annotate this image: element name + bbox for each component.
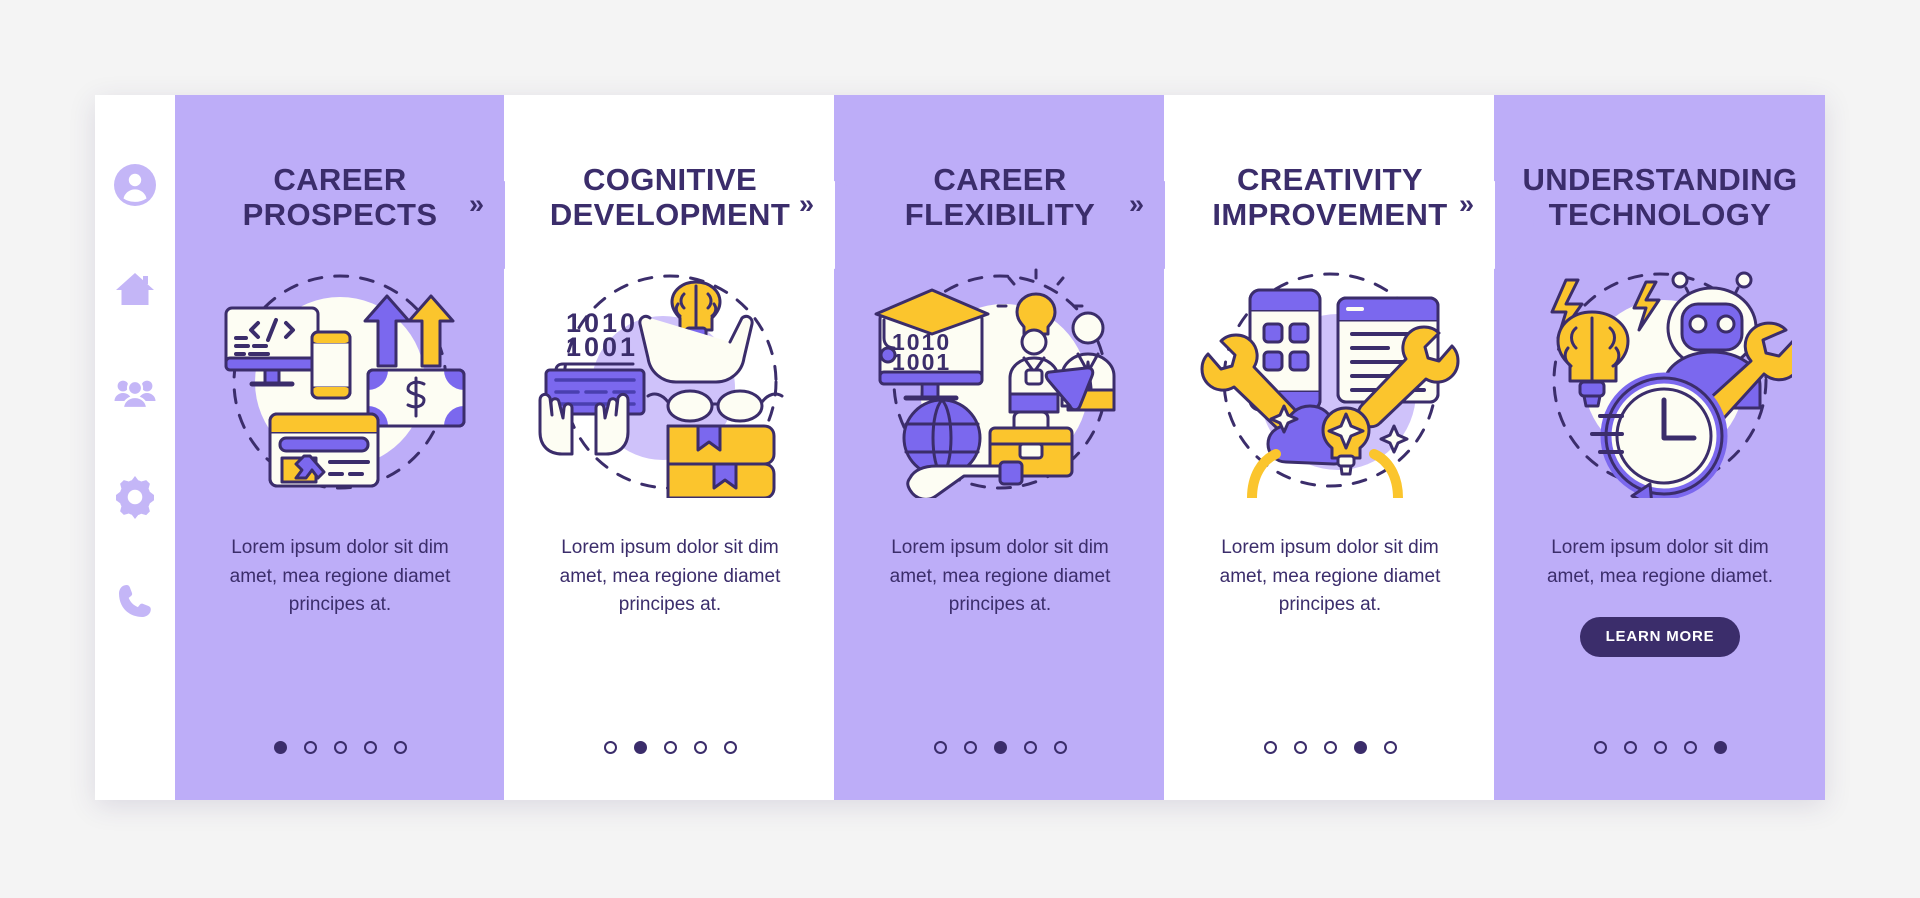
- pagination-dot[interactable]: [1593, 741, 1607, 754]
- pagination-dot[interactable]: [1683, 741, 1697, 754]
- card-body-text: Lorem ipsum dolor sit dim amet, mea regi…: [559, 537, 781, 616]
- creativity-improvement-illustration: [1198, 266, 1462, 499]
- sidebar-item-settings[interactable]: [113, 475, 157, 519]
- card-title: COGNITIVE DEVELOPMENT: [549, 162, 791, 232]
- card-body-text: Lorem ipsum dolor sit dim amet, mea regi…: [1546, 537, 1773, 587]
- pagination-dot[interactable]: [1653, 741, 1667, 754]
- home-icon: [116, 273, 154, 305]
- pagination-dot[interactable]: [1623, 741, 1637, 754]
- svg-text:1001: 1001: [566, 332, 638, 362]
- people-group-icon: [114, 379, 156, 410]
- pagination-dot[interactable]: [1713, 741, 1727, 754]
- pagination-dot[interactable]: [1383, 741, 1397, 754]
- card-title: CAREER FLEXIBILITY: [904, 162, 1096, 232]
- pagination-dots: [835, 741, 1165, 754]
- onboarding-cards: CAREER PROSPECTS Lorem ipsum dolor sit d…: [175, 95, 1825, 800]
- card-body-text: Lorem ipsum dolor sit dim amet, mea regi…: [229, 537, 451, 616]
- gear-icon: [116, 476, 154, 519]
- pagination-dot[interactable]: [273, 741, 287, 754]
- svg-text:1001: 1001: [892, 349, 951, 375]
- pagination-dot[interactable]: [603, 741, 617, 754]
- pagination-dot[interactable]: [393, 741, 407, 754]
- card-creativity-improvement[interactable]: » CREATIVITY IMPROVEMENT Lorem ipsum dol…: [1129, 95, 1495, 800]
- pagination-dots: [1495, 741, 1825, 754]
- pagination-dot[interactable]: [663, 741, 677, 754]
- learn-more-button[interactable]: LEARN MORE: [1579, 617, 1741, 658]
- pagination-dot[interactable]: [993, 741, 1007, 754]
- pagination-dot[interactable]: [693, 741, 707, 754]
- card-career-flexibility[interactable]: » CAREER FLEXIBILITY 1010 1001 Lorem ips…: [799, 95, 1165, 800]
- pagination-dot[interactable]: [333, 741, 347, 754]
- step-separator-chevron: »: [469, 189, 484, 219]
- sidebar: [95, 95, 175, 800]
- sidebar-item-contact[interactable]: [113, 579, 157, 623]
- pagination-dot[interactable]: [1293, 741, 1307, 754]
- card-body-text: Lorem ipsum dolor sit dim amet, mea regi…: [1219, 537, 1441, 616]
- pagination-dot[interactable]: [963, 741, 977, 754]
- pagination-dot[interactable]: [363, 741, 377, 754]
- understanding-technology-illustration: [1528, 266, 1792, 499]
- card-title: CAREER PROSPECTS: [242, 162, 438, 232]
- card-title: CREATIVITY IMPROVEMENT: [1212, 162, 1448, 232]
- career-flexibility-illustration: 1010 1001: [868, 266, 1132, 499]
- pagination-dot[interactable]: [1353, 741, 1367, 754]
- card-cognitive-development[interactable]: » COGNITIVE DEVELOPMENT 1010 1001 Lorem …: [469, 95, 835, 800]
- pagination-dot[interactable]: [1263, 741, 1277, 754]
- career-prospects-illustration: [208, 266, 472, 498]
- card-understanding-technology[interactable]: » UNDERSTANDING TECHNOLOGY Lorem ipsum d…: [1459, 95, 1825, 800]
- sidebar-item-profile[interactable]: [113, 163, 157, 207]
- sidebar-item-community[interactable]: [113, 371, 157, 415]
- onboarding-frame: CAREER PROSPECTS Lorem ipsum dolor sit d…: [95, 95, 1825, 800]
- sidebar-item-home[interactable]: [113, 267, 157, 311]
- user-circle-icon: [114, 164, 156, 206]
- pagination-dot[interactable]: [1053, 741, 1067, 754]
- pagination-dots: [1165, 741, 1495, 754]
- step-separator-chevron: »: [799, 189, 814, 219]
- cognitive-development-illustration: 1010 1001: [538, 266, 802, 499]
- card-career-prospects[interactable]: CAREER PROSPECTS Lorem ipsum dolor sit d…: [175, 95, 505, 800]
- pagination-dots: [175, 741, 505, 754]
- card-title: UNDERSTANDING TECHNOLOGY: [1522, 162, 1798, 232]
- page-background: CAREER PROSPECTS Lorem ipsum dolor sit d…: [0, 0, 1920, 898]
- pagination-dot[interactable]: [303, 741, 317, 754]
- step-separator-chevron: »: [1129, 189, 1144, 219]
- card-body-text: Lorem ipsum dolor sit dim amet, mea regi…: [889, 537, 1111, 616]
- pagination-dot[interactable]: [933, 741, 947, 754]
- pagination-dot[interactable]: [723, 741, 737, 754]
- step-separator-chevron: »: [1459, 189, 1474, 219]
- pagination-dot[interactable]: [1023, 741, 1037, 754]
- pagination-dot[interactable]: [1323, 741, 1337, 754]
- pagination-dot[interactable]: [633, 741, 647, 754]
- pagination-dots: [505, 741, 835, 754]
- phone-icon: [119, 585, 151, 617]
